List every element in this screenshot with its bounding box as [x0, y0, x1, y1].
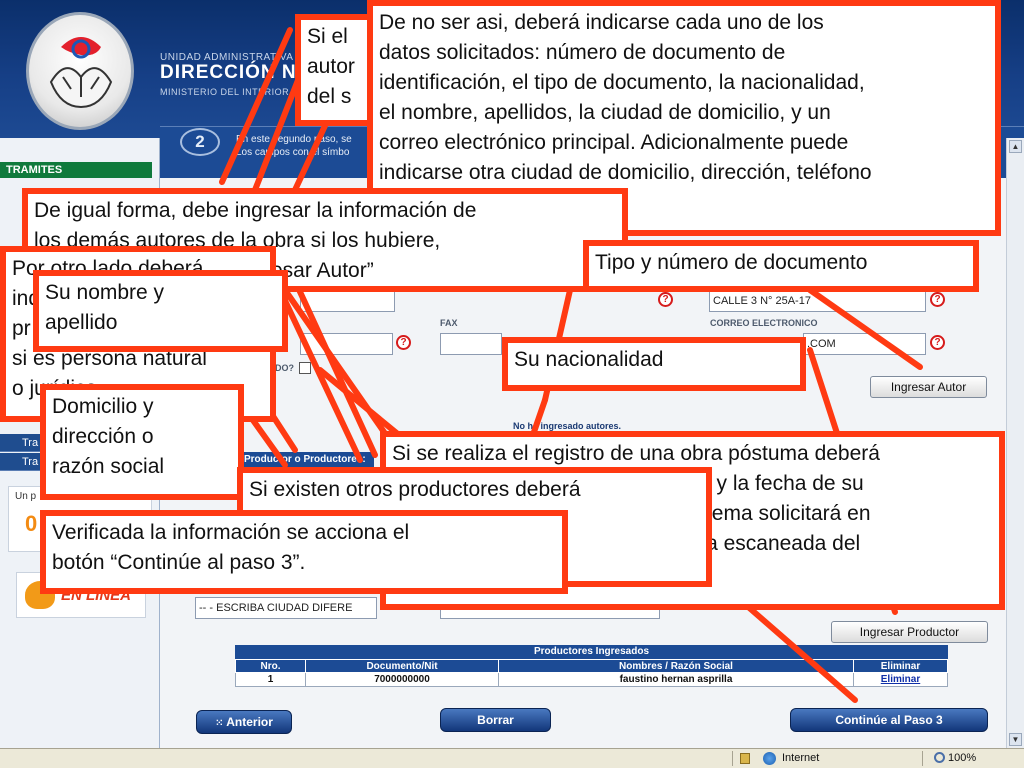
- callout-tipo-documento: Tipo y número de documento: [583, 240, 979, 292]
- callout-line: Tipo y número de documento: [595, 251, 868, 274]
- name-field[interactable]: [300, 290, 395, 312]
- scrollbar[interactable]: ▲ ▼: [1006, 138, 1024, 748]
- callout-line: Si se realiza el registro de una obra pó…: [392, 442, 880, 465]
- callout-si-el-autor: Si el autor del s: [295, 14, 373, 126]
- ingresar-productor-button[interactable]: Ingresar Productor: [831, 621, 988, 643]
- callout-line: indicarse otra ciudad de domicilio, dire…: [379, 161, 872, 184]
- borrar-button[interactable]: Borrar: [440, 708, 551, 732]
- callout-line: Su nombre y: [45, 281, 165, 304]
- step-number-badge: 2: [180, 128, 220, 156]
- table-header-row: Nro. Documento/Nit Nombres / Razón Socia…: [235, 659, 948, 673]
- cell-eliminar: Eliminar: [853, 672, 948, 687]
- fax-label: FAX: [440, 318, 458, 328]
- nav-section-tramites: TRAMITES: [0, 162, 152, 178]
- callout-line: identificación, el tipo de documento, la…: [379, 71, 865, 94]
- callout-line: Su nacionalidad: [514, 348, 664, 371]
- producers-table-caption: Productores Ingresados: [235, 645, 948, 659]
- callout-domicilio: Domicilio y dirección o razón social: [40, 384, 244, 500]
- deceased-label: DO?: [275, 363, 294, 373]
- deceased-checkbox[interactable]: [299, 362, 311, 374]
- callout-line: De no ser asi, deberá indicarse cada uno…: [379, 11, 824, 34]
- no-authors-message: No ha ingresado autores.: [513, 421, 622, 431]
- callout-line: correo electrónico principal. Adicionalm…: [379, 131, 849, 154]
- promo-badge-value: 0: [25, 511, 38, 536]
- scroll-down-icon[interactable]: ▼: [1009, 733, 1022, 746]
- step-instructions-1: En este segundo paso, se: [236, 134, 352, 145]
- help-icon[interactable]: ?: [930, 335, 945, 350]
- callout-line: el nombre, apellidos, la ciudad de domic…: [379, 101, 831, 124]
- column-header: Nro.: [235, 659, 306, 673]
- column-header: Nombres / Razón Social: [498, 659, 854, 673]
- scroll-up-icon[interactable]: ▲: [1009, 140, 1022, 153]
- callout-line: botón “Continúe al paso 3”.: [52, 551, 306, 574]
- anterior-button[interactable]: ⁙ Anterior: [196, 710, 292, 734]
- callout-line: De igual forma, debe ingresar la informa…: [34, 199, 477, 222]
- address-field[interactable]: CALLE 3 N° 25A-17: [709, 290, 926, 312]
- help-icon[interactable]: ?: [658, 292, 673, 307]
- callout-line: apellido: [45, 311, 118, 334]
- browser-statusbar: Internet 100%: [0, 748, 1024, 768]
- callout-line: Si el: [307, 25, 348, 48]
- callout-line: autor: [307, 55, 355, 78]
- lock-icon: [740, 753, 750, 764]
- email-field[interactable]: .COM: [803, 333, 926, 355]
- statusbar-divider: [732, 751, 733, 766]
- help-icon[interactable]: ?: [930, 292, 945, 307]
- zoom-level[interactable]: 100%: [930, 749, 976, 768]
- callout-continuar-paso-3: Verificada la información se acciona el …: [40, 510, 568, 594]
- security-zone: Internet: [782, 752, 820, 764]
- continuar-paso-3-button[interactable]: Continúe al Paso 3: [790, 708, 988, 732]
- callout-line: del s: [307, 85, 352, 108]
- table-row: 1 7000000000 faustino hernan asprilla El…: [235, 672, 948, 687]
- callout-nacionalidad: Su nacionalidad: [502, 337, 806, 391]
- callout-line: Si existen otros productores deberá: [249, 478, 581, 501]
- cell-nro: 1: [235, 672, 306, 687]
- promo-badge-title: Un p: [15, 491, 37, 502]
- column-header: Eliminar: [853, 659, 948, 673]
- eliminar-link[interactable]: Eliminar: [881, 674, 920, 685]
- fax-field[interactable]: [440, 333, 502, 355]
- callout-line: Domicilio y: [52, 395, 154, 418]
- statusbar-divider: [922, 751, 923, 766]
- logo-hands-icon: [49, 37, 113, 109]
- column-header: Documento/Nit: [305, 659, 499, 673]
- callout-line: dirección o: [52, 425, 154, 448]
- cell-nombre: faustino hernan asprilla: [498, 672, 854, 687]
- city-select[interactable]: -- - ESCRIBA CIUDAD DIFERE: [195, 597, 377, 619]
- help-icon[interactable]: ?: [396, 335, 411, 350]
- email-label: CORREO ELECTRONICO: [710, 318, 818, 328]
- logo: [26, 12, 134, 130]
- step-instructions-2: Los campos con el símbo: [236, 147, 350, 158]
- cell-documento: 7000000000: [305, 672, 499, 687]
- callout-line: razón social: [52, 455, 165, 478]
- producers-table: Productores Ingresados Nro. Documento/Ni…: [235, 645, 948, 687]
- ingresar-autor-button[interactable]: Ingresar Autor: [870, 376, 987, 398]
- callout-nombre-apellido: Su nombre y apellido: [33, 270, 288, 352]
- callout-line: Verificada la información se acciona el: [52, 521, 410, 544]
- callout-line: datos solicitados: número de documento d…: [379, 41, 786, 64]
- grid-icon: ⁙: [215, 718, 227, 729]
- phone-field[interactable]: [300, 333, 393, 355]
- productores-section-header: Productor o Productores:: [240, 452, 374, 468]
- anterior-label: Anterior: [226, 715, 273, 729]
